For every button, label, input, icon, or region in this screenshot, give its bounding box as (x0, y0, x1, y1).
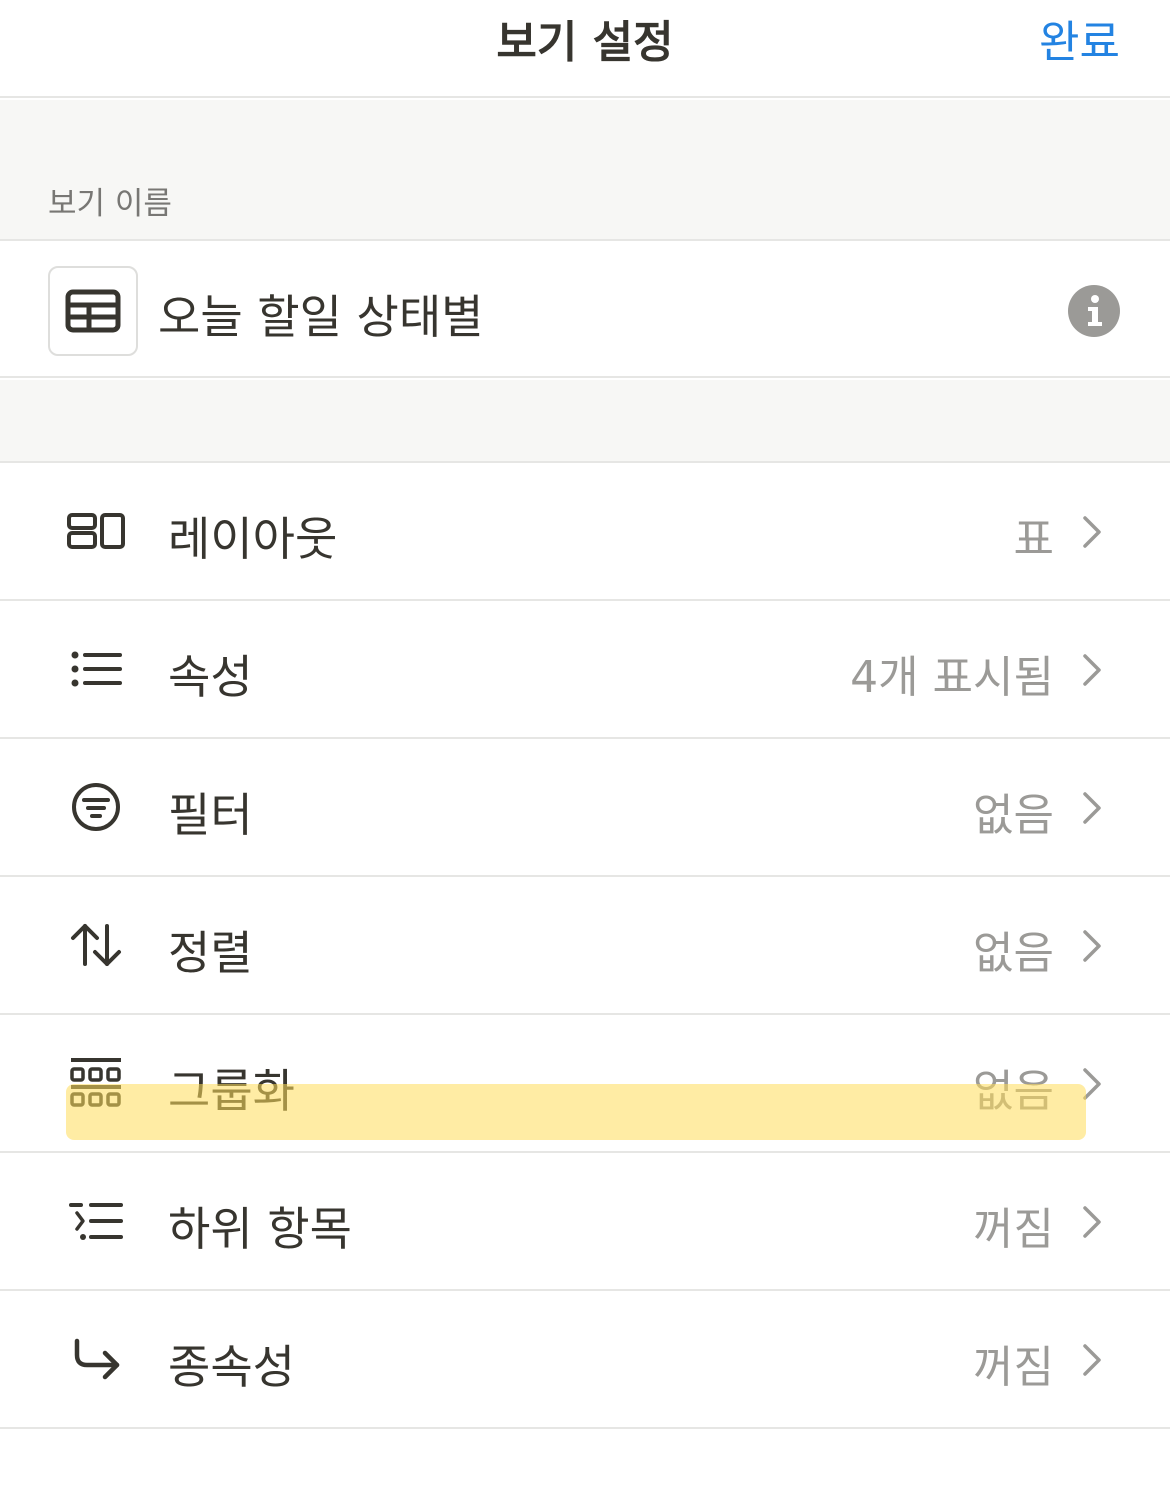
row-label-group: 그룹화 (168, 1064, 295, 1118)
table-icon (65, 289, 121, 333)
group-icon (64, 1055, 128, 1111)
chevron-right-icon (1083, 654, 1101, 686)
settings-row-group[interactable]: 그룹화 없음 (0, 1015, 1170, 1153)
view-name-input[interactable]: 오늘 할일 상태별 (158, 281, 483, 347)
row-value-sub-items: 꺼짐 (973, 1204, 1054, 1255)
row-value-group: 없음 (973, 1066, 1054, 1117)
chevron-right-icon (1083, 1206, 1101, 1238)
row-label-properties: 속성 (168, 650, 253, 704)
settings-row-cut-off[interactable] (0, 1429, 1170, 1489)
chevron-right-icon (1083, 792, 1101, 824)
page-title: 보기 설정 (496, 17, 674, 68)
settings-row-properties[interactable]: 속성 4개 표시됨 (0, 601, 1170, 739)
settings-row-sort[interactable]: 정렬 없음 (0, 877, 1170, 1015)
chevron-right-icon (1083, 516, 1101, 548)
row-value-sort: 없음 (973, 928, 1054, 979)
settings-row-dependencies[interactable]: 종속성 꺼짐 (0, 1291, 1170, 1429)
row-value-dependencies: 꺼짐 (973, 1342, 1054, 1393)
row-value-layout: 표 (1013, 514, 1054, 565)
chevron-right-icon (1083, 930, 1101, 962)
list-icon (64, 641, 128, 697)
view-name-section-label: 보기 이름 (48, 186, 172, 222)
nav-header: 보기 설정 완료 (0, 0, 1170, 98)
filter-icon (64, 779, 128, 835)
settings-list: 레이아웃 표 속성 4개 표시됨 필터 없음 정렬 없음 그룹화 없음 하위 항… (0, 461, 1170, 1489)
view-type-icon-button[interactable] (48, 266, 138, 356)
section-spacer-middle (0, 380, 1170, 461)
view-name-row[interactable]: 오늘 할일 상태별 (0, 239, 1170, 378)
row-label-dependencies: 종속성 (168, 1340, 295, 1394)
row-value-filter: 없음 (973, 790, 1054, 841)
settings-row-filter[interactable]: 필터 없음 (0, 739, 1170, 877)
row-value-properties: 4개 표시됨 (850, 652, 1054, 703)
dependency-icon (64, 1331, 128, 1387)
layout-icon (64, 503, 128, 559)
row-label-layout: 레이아웃 (168, 512, 338, 566)
row-label-sub-items: 하위 항목 (168, 1202, 352, 1256)
row-label-filter: 필터 (168, 788, 253, 842)
section-spacer-top (0, 100, 1170, 239)
info-icon[interactable] (1068, 285, 1120, 337)
row-label-sort: 정렬 (168, 926, 253, 980)
chevron-right-icon (1083, 1344, 1101, 1376)
chevron-right-icon (1083, 1068, 1101, 1100)
settings-row-sub-items[interactable]: 하위 항목 꺼짐 (0, 1153, 1170, 1291)
sort-icon (64, 917, 128, 973)
sub-items-icon (64, 1193, 128, 1249)
done-button[interactable]: 완료 (1039, 6, 1120, 70)
settings-row-layout[interactable]: 레이아웃 표 (0, 463, 1170, 601)
